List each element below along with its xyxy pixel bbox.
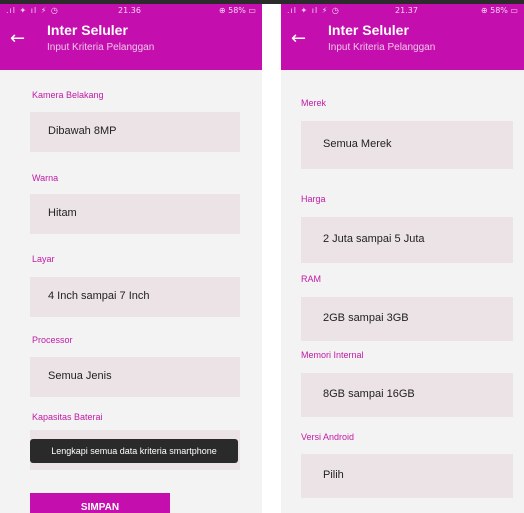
arrow-left-icon[interactable]: ← xyxy=(10,30,25,48)
dropdown-value: 4 Inch sampai 7 Inch xyxy=(48,290,150,302)
dropdown-harga[interactable]: 2 Juta sampai 5 Juta xyxy=(301,217,513,263)
dropdown-processor[interactable]: Semua Jenis xyxy=(30,357,240,397)
dropdown-value: 2GB sampai 3GB xyxy=(323,312,409,324)
dropdown-value: Dibawah 8MP xyxy=(48,125,117,137)
app-bar: ← Inter Seluler Input Kriteria Pelanggan xyxy=(281,18,524,70)
toast-message: Lengkapi semua data kriteria smartphone xyxy=(30,439,238,463)
field-label: Layar xyxy=(32,254,55,264)
dropdown-kamera-belakang[interactable]: Dibawah 8MP xyxy=(30,112,240,152)
phone-screen-2: .ıl ✦ ıl ⚡ ◷ 21.37 ⊕ 58% ▭ ← Inter Selul… xyxy=(281,4,524,513)
field-label: Processor xyxy=(32,335,73,345)
field-label: Merek xyxy=(301,98,327,108)
app-title: Inter Seluler xyxy=(328,22,409,38)
field-label: Memori Internal xyxy=(301,350,364,360)
dropdown-value: 2 Juta sampai 5 Juta xyxy=(323,233,425,245)
status-time: 21.36 xyxy=(118,6,141,15)
phone-screen-1: .ıl ✦ ıl ⚡ ◷ 21.36 ⊕ 58% ▭ ← Inter Selul… xyxy=(0,4,262,513)
app-title: Inter Seluler xyxy=(47,22,128,38)
field-label: Versi Android xyxy=(301,432,355,442)
field-label: Kamera Belakang xyxy=(32,90,104,100)
dropdown-value: Semua Jenis xyxy=(48,370,112,382)
dropdown-layar[interactable]: 4 Inch sampai 7 Inch xyxy=(30,277,240,317)
dropdown-versi-android[interactable]: Pilih xyxy=(301,454,513,498)
status-bar: .ıl ✦ ıl ⚡ ◷ 21.37 ⊕ 58% ▭ xyxy=(281,4,524,18)
app-bar: ← Inter Seluler Input Kriteria Pelanggan xyxy=(0,18,262,70)
signal-icon: .ıl ✦ ıl ⚡ ◷ xyxy=(6,6,59,15)
field-label: Kapasitas Baterai xyxy=(32,412,103,422)
dropdown-value: Semua Merek xyxy=(323,138,392,150)
field-label: Harga xyxy=(301,194,326,204)
status-bar: .ıl ✦ ıl ⚡ ◷ 21.36 ⊕ 58% ▭ xyxy=(0,4,262,18)
field-label: RAM xyxy=(301,274,321,284)
field-label: Warna xyxy=(32,173,59,183)
dropdown-value: Pilih xyxy=(323,469,344,481)
dropdown-merek[interactable]: Semua Merek xyxy=(301,121,513,169)
dropdown-ram[interactable]: 2GB sampai 3GB xyxy=(301,297,513,341)
app-subtitle: Input Kriteria Pelanggan xyxy=(47,42,155,53)
arrow-left-icon[interactable]: ← xyxy=(291,30,306,48)
status-time: 21.37 xyxy=(395,6,418,15)
dropdown-warna[interactable]: Hitam xyxy=(30,194,240,234)
save-button[interactable]: SIMPAN xyxy=(30,493,170,513)
battery-icon: ⊕ 58% ▭ xyxy=(480,6,518,15)
app-subtitle: Input Kriteria Pelanggan xyxy=(328,42,436,53)
dropdown-memori-internal[interactable]: 8GB sampai 16GB xyxy=(301,373,513,417)
dropdown-value: Hitam xyxy=(48,207,77,219)
signal-icon: .ıl ✦ ıl ⚡ ◷ xyxy=(287,6,340,15)
dropdown-value: 8GB sampai 16GB xyxy=(323,388,415,400)
battery-icon: ⊕ 58% ▭ xyxy=(218,6,256,15)
